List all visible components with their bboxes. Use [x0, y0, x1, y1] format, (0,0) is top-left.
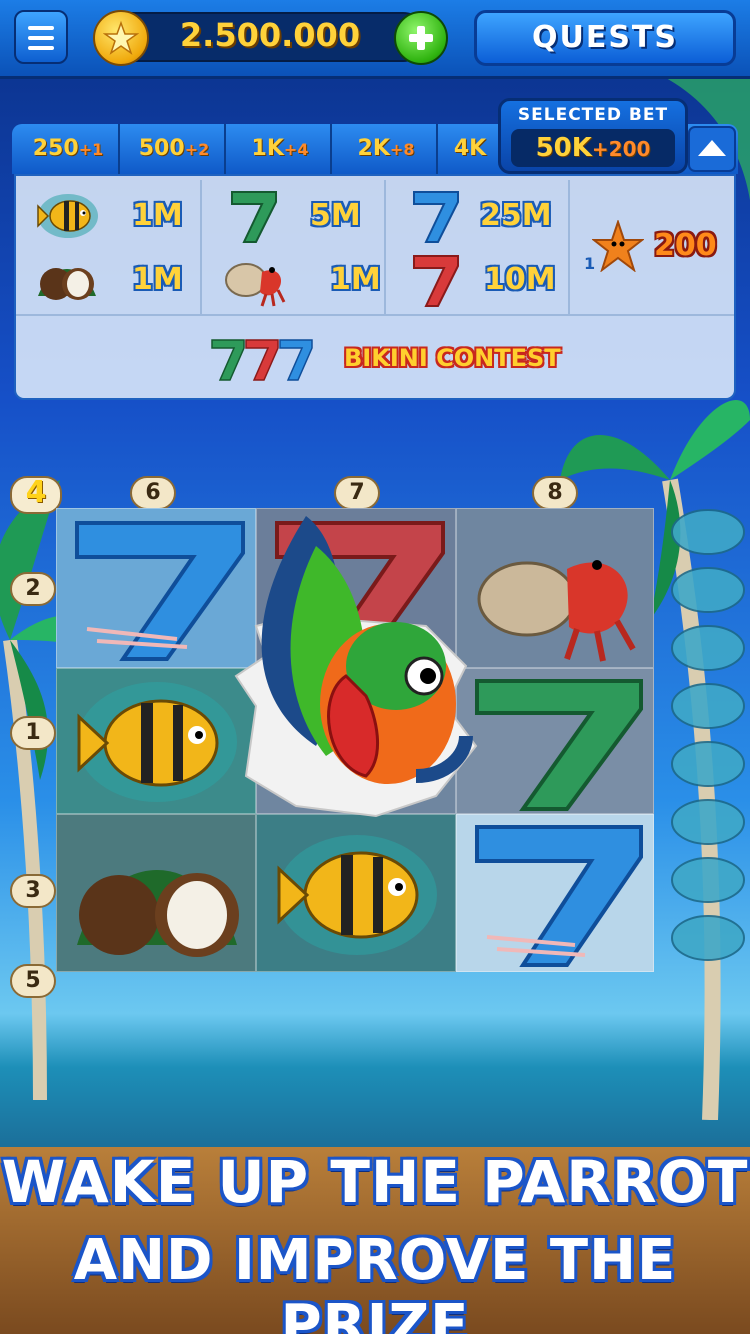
hermit-crab-icon: [225, 263, 286, 307]
reel-cell-blue-seven: [456, 814, 654, 972]
bet-tab[interactable]: 4K: [442, 124, 498, 174]
blue-seven-icon: [413, 191, 459, 243]
promo-line-1: WAKE UP THE PARROT: [1, 1148, 749, 1216]
paytable-value: 1M: [132, 198, 183, 233]
game-scene: 2.500.000 QUESTS 250+1 500+2 1K+4 2K+8 4…: [0, 0, 750, 1334]
paytable-column: 25M 10M: [384, 180, 570, 314]
paytable-column: 5M 1M: [200, 180, 386, 314]
selected-bet-value: 50K+200: [511, 129, 675, 167]
line-number[interactable]: 1: [10, 716, 56, 750]
promo-line-2: AND IMPROVE THE PRIZE: [73, 1228, 677, 1334]
line-number[interactable]: 5: [10, 964, 56, 998]
line-number[interactable]: 8: [532, 476, 578, 510]
star-coin-icon: [93, 10, 149, 66]
bonus-label: BIKINI CONTEST: [344, 344, 561, 372]
starfish-icon: [592, 220, 644, 272]
paytable: 1M 1M 5M 1M 25M 10M 1 200 BIKINI CONTEST: [14, 174, 736, 400]
bet-tab[interactable]: 2K+8: [336, 124, 438, 174]
bet-tab[interactable]: 500+2: [124, 124, 226, 174]
selected-bet-caption: SELECTED BET: [517, 105, 669, 125]
line-number[interactable]: 3: [10, 874, 56, 908]
quests-button[interactable]: QUESTS: [474, 10, 736, 66]
paytable-row: 10M: [384, 248, 568, 312]
fish-icon: [37, 194, 98, 238]
menu-button[interactable]: [14, 10, 68, 64]
selected-bet[interactable]: SELECTED BET 50K+200: [498, 98, 688, 174]
paytable-row: 1M: [16, 184, 200, 248]
paytable-row: 1M: [200, 248, 384, 312]
starfish-value: 200: [654, 228, 717, 263]
bet-tab[interactable]: 1K+4: [230, 124, 332, 174]
line-number[interactable]: 2: [10, 572, 56, 606]
paytable-value: 1M: [132, 262, 183, 297]
line-number[interactable]: 7: [334, 476, 380, 510]
coin-balance: 2.500.000: [179, 16, 361, 54]
paytable-value: 10M: [484, 262, 556, 297]
coconut-icon: [38, 268, 96, 300]
paytable-value: 25M: [480, 198, 552, 233]
chevron-up-icon[interactable]: [688, 126, 736, 172]
reel-cell-coconut: [56, 814, 256, 972]
paytable-divider: [16, 314, 734, 316]
paytable-column: 1M 1M: [16, 180, 202, 314]
triple-seven-icon: [211, 339, 313, 381]
hamburger-icon: [28, 26, 54, 30]
line-number-active[interactable]: 4: [10, 476, 62, 514]
add-coins-button[interactable]: [394, 11, 448, 65]
green-seven-icon: [231, 191, 277, 243]
parrot-icon[interactable]: [196, 506, 486, 822]
paytable-row: 5M: [200, 184, 384, 248]
paytable-column: 1 200: [568, 180, 734, 314]
paytable-value: 1M: [330, 262, 381, 297]
paytable-row: 25M: [384, 184, 568, 248]
line-number[interactable]: 6: [130, 476, 176, 510]
reel-cell-fish: [256, 814, 456, 972]
red-seven-icon: [413, 255, 459, 307]
paytable-value: 5M: [310, 198, 361, 233]
plus-icon: [409, 26, 433, 50]
turtle-shell-icon: [671, 509, 745, 961]
bet-tab[interactable]: 250+1: [18, 124, 120, 174]
paytable-row: 1M: [16, 248, 200, 312]
